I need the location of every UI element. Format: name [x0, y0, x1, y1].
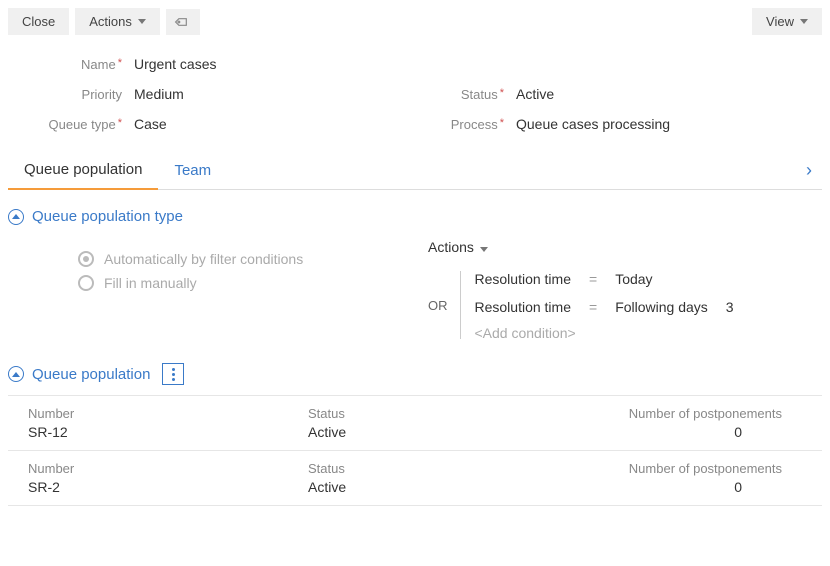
- process-label: Process*: [430, 117, 510, 132]
- status-field[interactable]: Active: [510, 82, 822, 107]
- radio-manual-label: Fill in manually: [104, 275, 197, 291]
- tabs-more[interactable]: ›: [796, 152, 822, 189]
- cell-status: Active: [308, 479, 528, 495]
- actions-button[interactable]: Actions: [75, 8, 160, 35]
- cond-value: Following days: [615, 299, 708, 315]
- collapse-icon[interactable]: [8, 209, 24, 225]
- name-field[interactable]: Urgent cases: [128, 52, 822, 77]
- filter-or-label[interactable]: OR: [428, 265, 460, 345]
- cond-field: Resolution time: [475, 271, 572, 287]
- col-post-label: Number of postponements: [629, 406, 782, 421]
- queue-type-field[interactable]: Case: [128, 112, 400, 137]
- collapse-icon[interactable]: [8, 366, 24, 382]
- col-status-label: Status: [308, 406, 528, 421]
- tab-queue-population[interactable]: Queue population: [8, 151, 158, 190]
- close-button[interactable]: Close: [8, 8, 69, 35]
- table-row[interactable]: Number SR-2 Status Active Number of post…: [8, 451, 822, 506]
- section-pop-type: Queue population type Automatically by f…: [8, 208, 822, 345]
- filter-condition[interactable]: Resolution time = Following days 3: [475, 293, 823, 321]
- filter-condition[interactable]: Resolution time = Today: [475, 265, 823, 293]
- filter-actions-button[interactable]: Actions: [428, 235, 822, 265]
- cell-status: Active: [308, 424, 528, 440]
- chevron-down-icon: [138, 19, 146, 24]
- cell-post: 0: [734, 424, 782, 440]
- section-title-pop-type[interactable]: Queue population type: [32, 208, 183, 225]
- cond-op: =: [589, 271, 597, 287]
- records-list: Number SR-12 Status Active Number of pos…: [8, 395, 822, 506]
- cell-number: SR-2: [28, 479, 268, 495]
- cond-value: Today: [615, 271, 652, 287]
- cell-number: SR-12: [28, 424, 268, 440]
- chevron-down-icon: [480, 247, 488, 252]
- status-label: Status*: [430, 87, 510, 102]
- view-label: View: [766, 14, 794, 29]
- col-number-label: Number: [28, 406, 268, 421]
- radio-auto-label: Automatically by filter conditions: [104, 251, 303, 267]
- name-label: Name*: [8, 57, 128, 72]
- priority-label: Priority: [8, 87, 128, 102]
- pop-type-options: Automatically by filter conditions Fill …: [8, 235, 428, 345]
- actions-label: Actions: [89, 14, 132, 29]
- section-more-button[interactable]: [162, 363, 184, 385]
- tag-button[interactable]: [166, 9, 200, 35]
- tag-icon: [173, 12, 193, 32]
- table-row[interactable]: Number SR-12 Status Active Number of pos…: [8, 395, 822, 451]
- record-fields: Name* Urgent cases Priority Medium Queue…: [8, 49, 822, 139]
- radio-manual[interactable]: Fill in manually: [78, 275, 428, 291]
- toolbar: Close Actions View: [8, 8, 822, 35]
- section-pop: Queue population Number SR-12 Status Act…: [8, 363, 822, 506]
- view-button[interactable]: View: [752, 8, 822, 35]
- priority-field[interactable]: Medium: [128, 82, 400, 107]
- radio-icon: [78, 251, 94, 267]
- process-field[interactable]: Queue cases processing: [510, 112, 822, 137]
- col-post-label: Number of postponements: [629, 461, 782, 476]
- section-title-pop[interactable]: Queue population: [32, 366, 150, 383]
- col-status-label: Status: [308, 461, 528, 476]
- radio-icon: [78, 275, 94, 291]
- cond-field: Resolution time: [475, 299, 572, 315]
- cond-value-num: 3: [726, 299, 734, 315]
- cell-post: 0: [734, 479, 782, 495]
- filter-panel: Actions OR Resolution time = Today Resol…: [428, 235, 822, 345]
- col-number-label: Number: [28, 461, 268, 476]
- tabs: Queue population Team ›: [8, 151, 822, 190]
- cond-op: =: [589, 299, 597, 315]
- tab-team[interactable]: Team: [158, 152, 227, 189]
- radio-auto[interactable]: Automatically by filter conditions: [78, 251, 428, 267]
- chevron-down-icon: [800, 19, 808, 24]
- add-condition[interactable]: <Add condition>: [475, 321, 823, 345]
- queue-type-label: Queue type*: [8, 117, 128, 132]
